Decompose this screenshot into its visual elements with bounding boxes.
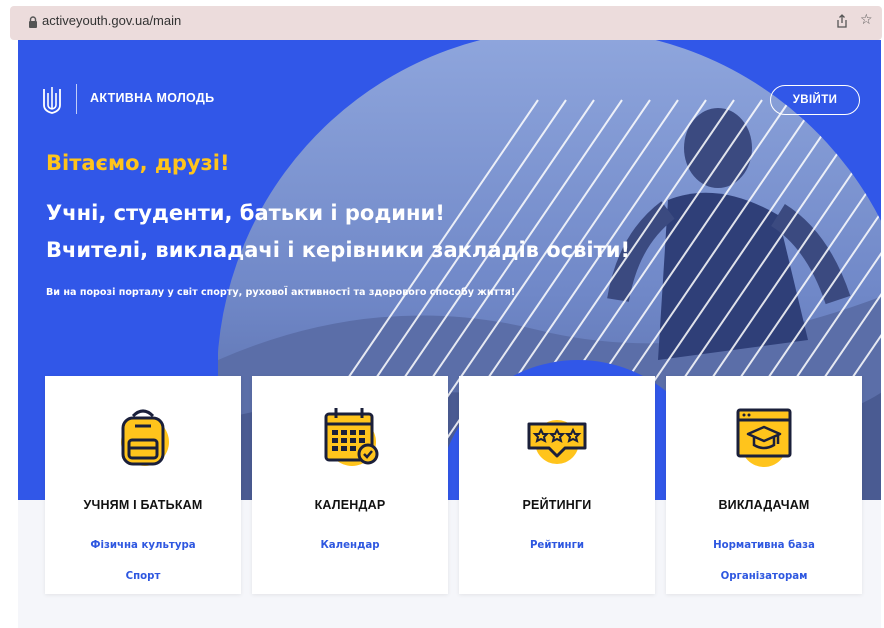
graduation-cap-icon [736,408,792,467]
greeting-heading: Вітаємо, друзі! [46,151,230,175]
login-button[interactable]: УВІЙТИ [770,85,860,115]
trident-logo-icon [43,87,61,114]
share-icon[interactable] [835,13,849,29]
lock-icon [29,16,37,28]
hero-subtitle: Ви на порозі порталу у світ спорту, рухо… [46,287,516,298]
calendar-icon [324,408,379,466]
card-students-parents[interactable]: УЧНЯМ І БАТЬКАМ Фізична культура Спорт [45,376,241,594]
card-title: КАЛЕНДАР [314,498,386,512]
hero-heading-line1: Учні, студенти, батьки і родини! [46,201,445,225]
hero-heading-line2: Вчителі, викладачі і керівники закладів … [46,238,631,262]
link-organizers[interactable]: Організаторам [666,571,862,582]
link-ratings[interactable]: Рейтинги [459,540,655,551]
card-calendar[interactable]: КАЛЕНДАР Календар [252,376,448,594]
link-sport[interactable]: Спорт [45,571,241,582]
backpack-icon [121,409,169,466]
url-text[interactable]: activeyouth.gov.ua/main [42,13,181,28]
card-title: ВИКЛАДАЧАМ [718,498,810,512]
rating-stars-icon [527,420,587,464]
card-teachers[interactable]: ВИКЛАДАЧАМ Нормативна база Організаторам [666,376,862,594]
link-calendar[interactable]: Календар [252,540,448,551]
card-title: РЕЙТИНГИ [522,498,592,512]
logo-divider [76,84,77,114]
card-title: УЧНЯМ І БАТЬКАМ [83,498,203,512]
brand-name[interactable]: АКТИВНА МОЛОДЬ [90,91,214,105]
link-regulatory-base[interactable]: Нормативна база [666,540,862,551]
star-icon[interactable]: ☆ [860,12,873,28]
link-physical-culture[interactable]: Фізична культура [45,540,241,551]
card-ratings[interactable]: РЕЙТИНГИ Рейтинги [459,376,655,594]
